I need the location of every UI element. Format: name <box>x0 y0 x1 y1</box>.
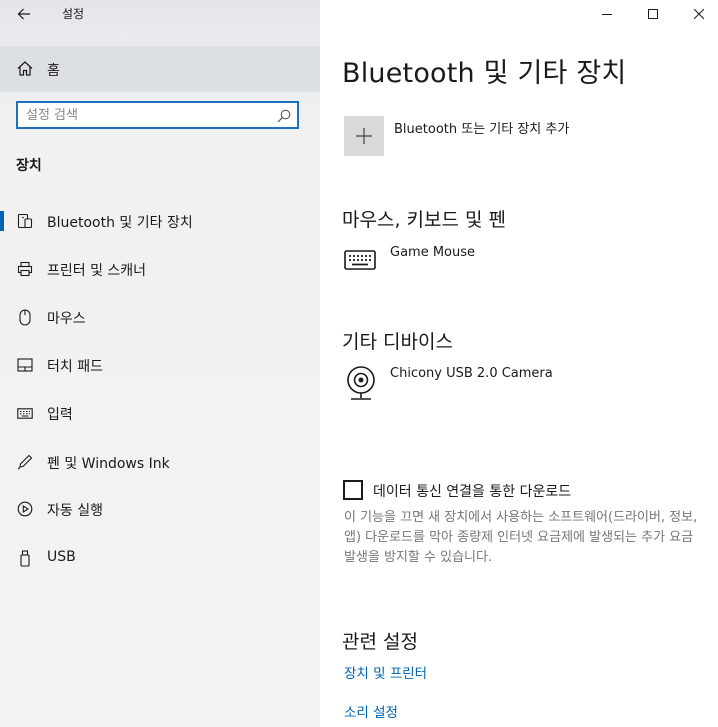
sidebar-item-mouse[interactable]: 마우스 <box>0 297 320 337</box>
webcam-icon <box>344 365 378 405</box>
keyboard-icon <box>16 405 34 421</box>
search-box[interactable] <box>16 101 299 129</box>
section-label: 장치 <box>16 158 42 174</box>
maximize-icon <box>648 9 658 19</box>
sidebar-item-label: Bluetooth 및 기타 장치 <box>47 215 193 231</box>
metered-download-label[interactable]: 데이터 통신 연결을 통한 다운로드 <box>373 481 571 501</box>
maximize-button[interactable] <box>630 0 676 28</box>
link-devices-and-printers[interactable]: 장치 및 프린터 <box>344 662 427 682</box>
bluetooth-devices-icon <box>16 213 34 229</box>
device-webcam[interactable]: Chicony USB 2.0 Camera <box>390 366 553 381</box>
sidebar-item-typing[interactable]: 입력 <box>0 393 320 433</box>
autoplay-icon <box>16 501 34 517</box>
sidebar-item-label: USB <box>47 549 76 565</box>
plus-icon <box>356 128 372 144</box>
link-sound-settings[interactable]: 소리 설정 <box>344 701 398 721</box>
device-game-mouse[interactable]: Game Mouse <box>390 245 475 260</box>
sidebar-item-label: 입력 <box>47 407 73 423</box>
mouse-keyboard-pen-heading: 마우스, 키보드 및 펜 <box>342 209 506 231</box>
sidebar-item-touchpad[interactable]: 터치 패드 <box>0 345 320 385</box>
sidebar-item-label: 마우스 <box>47 311 86 327</box>
search-icon[interactable] <box>277 108 291 127</box>
minimize-button[interactable] <box>584 0 630 28</box>
sidebar-item-printers[interactable]: 프린터 및 스캐너 <box>0 249 320 289</box>
keyboard-icon <box>344 250 376 274</box>
minimize-icon <box>602 14 612 15</box>
sidebar: 설정 홈 장치 Bluetooth 및 기타 장치 <box>0 0 320 727</box>
home-label: 홈 <box>47 63 60 79</box>
main-pane <box>320 0 718 727</box>
home-icon <box>17 61 33 80</box>
sidebar-item-label: 자동 실행 <box>47 503 103 519</box>
back-button[interactable] <box>10 2 38 26</box>
metered-download-description: 이 기능을 끄면 새 장치에서 사용하는 소프트웨어(드라이버, 정보, 앱) … <box>344 510 698 565</box>
add-device-button[interactable] <box>344 116 384 156</box>
mouse-icon <box>16 308 34 326</box>
other-devices-heading: 기타 디바이스 <box>342 331 453 353</box>
related-settings-heading: 관련 설정 <box>342 631 418 653</box>
sidebar-item-bluetooth[interactable]: Bluetooth 및 기타 장치 <box>0 201 320 241</box>
sidebar-item-autoplay[interactable]: 자동 실행 <box>0 489 320 529</box>
close-button[interactable] <box>676 0 718 28</box>
window-title: 설정 <box>62 7 85 21</box>
sidebar-item-label: 프린터 및 스캐너 <box>47 263 147 279</box>
add-device-label[interactable]: Bluetooth 또는 기타 장치 추가 <box>394 118 569 137</box>
close-icon <box>694 9 704 19</box>
sidebar-item-usb[interactable]: USB <box>0 538 320 578</box>
pen-icon <box>16 454 34 470</box>
sidebar-item-label: 터치 패드 <box>47 359 103 375</box>
page-title: Bluetooth 및 기타 장치 <box>342 58 627 89</box>
usb-icon <box>16 549 34 567</box>
sidebar-item-home[interactable]: 홈 <box>0 46 320 92</box>
metered-download-checkbox[interactable] <box>343 480 363 500</box>
printer-icon <box>16 261 34 277</box>
arrow-left-icon <box>17 8 30 20</box>
sidebar-item-label: 펜 및 Windows Ink <box>47 456 170 472</box>
touchpad-icon <box>16 357 34 373</box>
search-input[interactable] <box>26 106 276 124</box>
selected-indicator <box>0 211 4 231</box>
sidebar-item-pen[interactable]: 펜 및 Windows Ink <box>0 442 320 482</box>
